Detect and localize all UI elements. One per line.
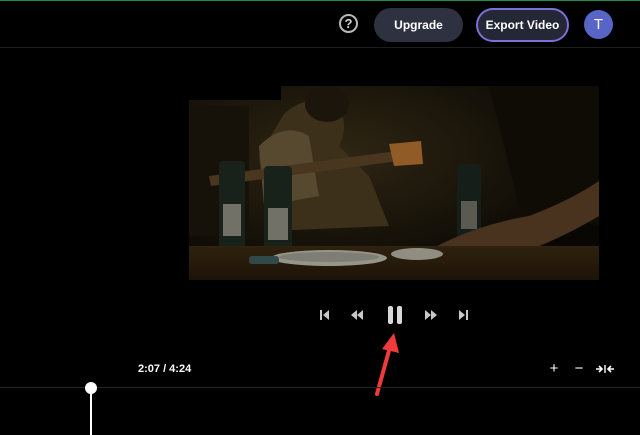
pause-icon[interactable] [384,304,406,326]
fit-to-screen-icon[interactable] [595,361,615,377]
rewind-icon[interactable] [347,305,367,325]
video-frame-image [189,86,599,280]
top-bar: ? Upgrade Export Video T [0,1,640,48]
skip-back-icon[interactable] [314,305,334,325]
export-video-button[interactable]: Export Video [476,8,569,42]
annotation-arrow-icon [368,331,408,399]
zoom-in-button[interactable]: + [546,361,562,377]
zoom-out-button[interactable]: − [571,361,587,377]
fast-forward-icon[interactable] [421,305,441,325]
video-preview[interactable] [189,86,599,280]
playhead-line [90,389,92,435]
user-avatar[interactable]: T [584,10,613,39]
skip-forward-icon[interactable] [454,305,474,325]
upgrade-button[interactable]: Upgrade [374,8,463,42]
help-circle-icon[interactable]: ? [339,14,358,33]
video-editor: ? Upgrade Export Video T 2:07 / 4:24 + − [0,0,640,435]
timecode: 2:07 / 4:24 [138,363,192,375]
playhead-handle[interactable] [85,382,97,394]
